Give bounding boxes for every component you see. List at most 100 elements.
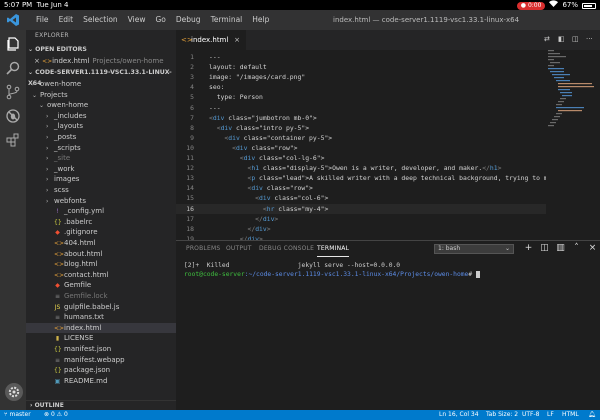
file-item[interactable]: ◆ Gemfile (26, 280, 176, 291)
tree-item-label: manifest.json (64, 345, 112, 353)
folder-item[interactable]: › owen-home (26, 79, 176, 90)
file-item[interactable]: ▮ LICENSE (26, 333, 176, 344)
file-item[interactable]: {} .babelrc (26, 217, 176, 228)
split-editor-icon[interactable]: ◫ (572, 35, 580, 44)
sidebar-title: EXPLORER (35, 32, 69, 39)
file-type-icon: ≡ (54, 293, 61, 300)
new-terminal-icon[interactable]: + (524, 243, 533, 254)
cursor-position[interactable]: Ln 16, Col 34 (439, 410, 479, 420)
close-tab-icon[interactable]: × (234, 30, 240, 50)
menu-go[interactable]: Go (150, 10, 170, 30)
line-number: 7 (190, 113, 194, 122)
split-terminal-icon[interactable]: ◫ (540, 243, 549, 254)
notifications-icon[interactable]: 🔔︎ (588, 410, 596, 420)
line-text: <div class="row"> (247, 184, 313, 193)
terminal-select[interactable]: 1: bash ⌄ (434, 244, 514, 254)
file-item[interactable]: ≡ manifest.webapp (26, 355, 176, 366)
code-line: 15 <div class="col-6"> (176, 193, 546, 203)
file-item[interactable]: <>404.html (26, 238, 176, 249)
file-item[interactable]: ! _config.yml (26, 206, 176, 217)
file-item[interactable]: <>about.html (26, 249, 176, 260)
menu-help[interactable]: Help (247, 10, 274, 30)
folder-item[interactable]: › _work (26, 164, 176, 175)
trash-icon[interactable]: ▥ (556, 243, 565, 254)
minimap[interactable] (546, 50, 596, 240)
preview-icon[interactable]: ◧ (558, 35, 566, 44)
chevron-icon: › (46, 123, 49, 131)
line-text: <h1 class="display-5">Owen is a writer, … (247, 164, 502, 173)
file-item[interactable]: ≡ humans.txt (26, 312, 176, 323)
problems-indicator[interactable]: ⊗ 0 ⚠ 0 (44, 410, 68, 420)
file-item[interactable]: <>blog.html (26, 259, 176, 270)
file-item[interactable]: <>contact.html (26, 270, 176, 281)
folder-item[interactable]: ⌄ Projects (26, 90, 176, 101)
source-control-icon[interactable] (5, 84, 21, 100)
code-line: 13 <p class="lead">A skilled writer with… (176, 173, 546, 183)
folder-item[interactable]: › _includes (26, 111, 176, 122)
panel-actions: + ◫ ▥ ˄ × (524, 243, 597, 254)
workspace-header[interactable]: ⌄ CODE-SERVER1.1119-VSC1.33.1-LINUX-X64 (26, 67, 176, 87)
folder-item[interactable]: › _site (26, 153, 176, 164)
outline-header[interactable]: › OUTLINE (26, 400, 176, 410)
line-text: type: Person (209, 93, 263, 102)
chevron-up-icon[interactable]: ˄ (572, 243, 581, 254)
file-item[interactable]: JS gulpfile.babel.js (26, 302, 176, 313)
tab-index-html[interactable]: <> index.html × (176, 30, 246, 50)
search-icon[interactable] (5, 60, 21, 76)
extensions-icon[interactable] (5, 132, 21, 148)
folder-item[interactable]: › images (26, 174, 176, 185)
chevron-icon: › (46, 144, 49, 152)
file-item[interactable]: ▣ README.md (26, 376, 176, 387)
line-ending[interactable]: LF (547, 410, 554, 420)
html-file-icon: <> (181, 36, 193, 44)
terminal-line: [2]+ Killed jekyll serve --host=0.0.0.0 (184, 262, 401, 269)
line-number: 4 (190, 83, 194, 92)
tab-problems[interactable]: PROBLEMS (186, 241, 220, 257)
open-editors-header[interactable]: ⌄ OPEN EDITORS (26, 44, 176, 55)
tab-size[interactable]: Tab Size: 2 (486, 410, 518, 420)
menu-edit[interactable]: Edit (54, 10, 79, 30)
file-item[interactable]: ≡ Gemfile.lock (26, 291, 176, 302)
folder-item[interactable]: › _posts (26, 132, 176, 143)
branch-indicator[interactable]: ⑂ master (4, 410, 31, 420)
tab-debug-console[interactable]: DEBUG CONSOLE (259, 241, 314, 257)
encoding[interactable]: UTF-8 (522, 410, 540, 420)
menu-file[interactable]: File (31, 10, 54, 30)
folder-item[interactable]: › scss (26, 185, 176, 196)
editor-area: <> index.html × ⇄ ◧ ◫ ··· 1 --- 2 layout: d… (176, 30, 600, 240)
menu-selection[interactable]: Selection (78, 10, 123, 30)
line-number: 12 (186, 164, 194, 173)
file-type-icon: ≡ (54, 356, 61, 364)
file-item[interactable]: <>index.html (26, 322, 176, 334)
file-type-icon: <> (54, 324, 65, 332)
chevron-icon: › (46, 176, 49, 184)
language-mode[interactable]: HTML (562, 410, 579, 420)
tab-terminal[interactable]: TERMINAL (317, 241, 350, 257)
manage-button[interactable] (5, 383, 23, 401)
folder-item[interactable]: ⌄ owen-home (26, 100, 176, 111)
terminal-output[interactable]: [2]+ Killed jekyll serve --host=0.0.0.0 … (184, 261, 594, 279)
folder-item[interactable]: › _layouts (26, 121, 176, 132)
debug-icon[interactable] (5, 108, 21, 124)
menu-terminal[interactable]: Terminal (206, 10, 248, 30)
tab-output[interactable]: OUTPUT (226, 241, 252, 257)
file-item[interactable]: {} manifest.json (26, 344, 176, 355)
open-editor-item[interactable]: × <>index.html Projects/owen-home (26, 56, 176, 67)
code-view[interactable]: 1 --- 2 layout: default 3 image: "/images/car… (176, 52, 546, 240)
more-actions-icon[interactable]: ··· (586, 35, 594, 44)
gear-icon (8, 386, 20, 398)
code-line: 8 <div class="intro py-5"> (176, 123, 546, 133)
line-number: 9 (190, 133, 194, 142)
compare-icon[interactable]: ⇄ (544, 35, 552, 44)
menu-view[interactable]: View (123, 10, 151, 30)
menu-debug[interactable]: Debug (171, 10, 206, 30)
close-panel-icon[interactable]: × (588, 243, 597, 254)
folder-item[interactable]: › _scripts (26, 143, 176, 154)
file-item[interactable]: ◆ .gitignore (26, 227, 176, 238)
explorer-icon[interactable] (5, 36, 21, 52)
file-item[interactable]: {} package.json (26, 365, 176, 376)
tree-item-label: 404.html (64, 239, 96, 247)
folder-item[interactable]: › webfonts (26, 196, 176, 207)
tree-item-label: _site (54, 154, 71, 163)
tree-item-label: owen-home (47, 101, 89, 110)
